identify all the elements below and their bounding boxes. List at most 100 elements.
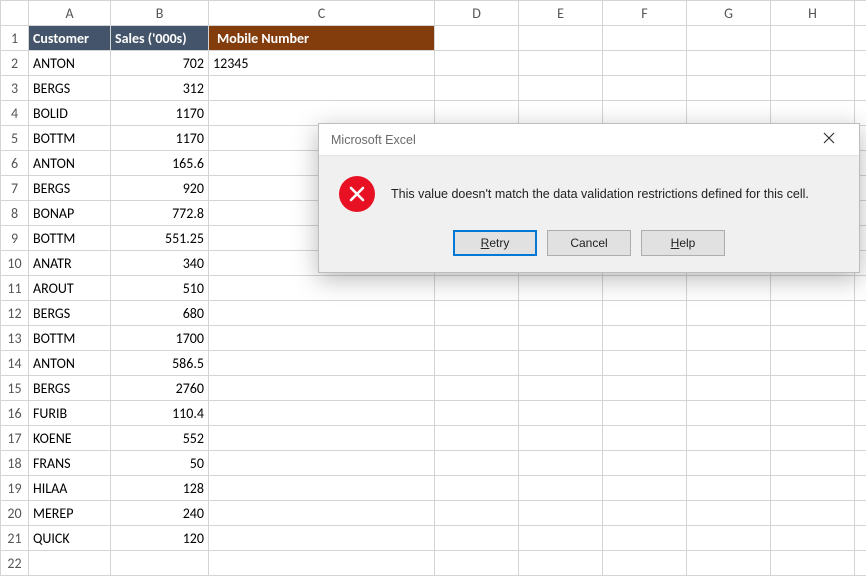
cell[interactable]: BERGS <box>29 376 111 401</box>
cell[interactable] <box>435 526 519 551</box>
cell[interactable]: 1170 <box>111 101 209 126</box>
cell[interactable]: 920 <box>111 176 209 201</box>
row-header[interactable]: 14 <box>1 351 29 376</box>
cell[interactable]: 680 <box>111 301 209 326</box>
cell[interactable]: 702 <box>111 51 209 76</box>
cell[interactable] <box>435 51 519 76</box>
cell[interactable]: 50 <box>111 451 209 476</box>
cell[interactable] <box>209 476 435 501</box>
cell[interactable] <box>603 301 687 326</box>
cell[interactable] <box>771 326 855 351</box>
cell[interactable] <box>855 401 866 426</box>
cell[interactable] <box>771 426 855 451</box>
cell[interactable] <box>687 351 771 376</box>
col-header-B[interactable]: B <box>111 1 209 26</box>
cell[interactable] <box>519 101 603 126</box>
cell[interactable] <box>855 26 866 51</box>
cell[interactable]: FRANS <box>29 451 111 476</box>
cell[interactable] <box>435 26 519 51</box>
cell[interactable] <box>855 476 866 501</box>
cell[interactable]: ANATR <box>29 251 111 276</box>
cell[interactable]: FURIB <box>29 401 111 426</box>
cell[interactable]: AROUT <box>29 276 111 301</box>
cell[interactable] <box>435 551 519 576</box>
cell[interactable] <box>435 76 519 101</box>
cell[interactable] <box>603 276 687 301</box>
cell[interactable] <box>687 551 771 576</box>
cell[interactable]: HILAA <box>29 476 111 501</box>
cell[interactable] <box>519 526 603 551</box>
cell[interactable] <box>209 376 435 401</box>
cell[interactable] <box>687 451 771 476</box>
cell[interactable]: 1170 <box>111 126 209 151</box>
cell[interactable] <box>519 426 603 451</box>
row-header[interactable]: 1 <box>1 26 29 51</box>
cell[interactable] <box>519 376 603 401</box>
cell[interactable] <box>855 351 866 376</box>
cell[interactable] <box>855 101 866 126</box>
cell[interactable] <box>855 301 866 326</box>
cell[interactable] <box>771 26 855 51</box>
cell[interactable] <box>209 426 435 451</box>
cell[interactable]: 128 <box>111 476 209 501</box>
cell[interactable] <box>603 476 687 501</box>
cell[interactable] <box>435 501 519 526</box>
row-header[interactable]: 22 <box>1 551 29 576</box>
row-header[interactable]: 10 <box>1 251 29 276</box>
cell[interactable] <box>771 301 855 326</box>
row-header[interactable]: 15 <box>1 376 29 401</box>
cell[interactable] <box>855 326 866 351</box>
cancel-button[interactable]: Cancel <box>547 230 631 256</box>
cell[interactable] <box>687 101 771 126</box>
cell[interactable] <box>111 551 209 576</box>
cell[interactable] <box>603 51 687 76</box>
cell[interactable] <box>687 476 771 501</box>
cell[interactable] <box>519 501 603 526</box>
cell[interactable]: 1700 <box>111 326 209 351</box>
cell[interactable] <box>519 451 603 476</box>
cell[interactable] <box>519 26 603 51</box>
row-header[interactable]: 4 <box>1 101 29 126</box>
cell[interactable]: BERGS <box>29 301 111 326</box>
cell[interactable] <box>771 376 855 401</box>
col-header-F[interactable]: F <box>603 1 687 26</box>
cell[interactable] <box>435 401 519 426</box>
cell[interactable] <box>519 76 603 101</box>
cell[interactable] <box>435 276 519 301</box>
dialog-titlebar[interactable]: Microsoft Excel <box>319 124 859 156</box>
cell[interactable] <box>603 426 687 451</box>
cell[interactable] <box>687 301 771 326</box>
dialog-close-button[interactable] <box>809 126 849 154</box>
cell[interactable]: BOLID <box>29 101 111 126</box>
cell[interactable] <box>771 351 855 376</box>
cell[interactable] <box>771 501 855 526</box>
cell[interactable] <box>855 451 866 476</box>
cell[interactable] <box>209 301 435 326</box>
cell[interactable]: ANTON <box>29 351 111 376</box>
cell[interactable]: BOTTM <box>29 226 111 251</box>
cell[interactable] <box>771 451 855 476</box>
cell[interactable] <box>771 551 855 576</box>
cell[interactable] <box>771 476 855 501</box>
retry-button[interactable]: Retry <box>453 230 537 256</box>
help-button[interactable]: Help <box>641 230 725 256</box>
cell[interactable] <box>435 426 519 451</box>
row-header[interactable]: 9 <box>1 226 29 251</box>
cell[interactable] <box>855 526 866 551</box>
row-header[interactable]: 16 <box>1 401 29 426</box>
col-header-C[interactable]: C <box>209 1 435 26</box>
row-header[interactable]: 3 <box>1 76 29 101</box>
cell[interactable] <box>209 276 435 301</box>
cell[interactable] <box>519 551 603 576</box>
cell[interactable]: 240 <box>111 501 209 526</box>
cell[interactable]: 340 <box>111 251 209 276</box>
cell[interactable]: MEREP <box>29 501 111 526</box>
cell[interactable] <box>603 101 687 126</box>
cell[interactable] <box>519 51 603 76</box>
row-header[interactable]: 7 <box>1 176 29 201</box>
cell[interactable] <box>687 26 771 51</box>
cell[interactable]: ANTON <box>29 151 111 176</box>
cell[interactable]: 165.6 <box>111 151 209 176</box>
cell[interactable] <box>687 276 771 301</box>
cell[interactable] <box>603 501 687 526</box>
